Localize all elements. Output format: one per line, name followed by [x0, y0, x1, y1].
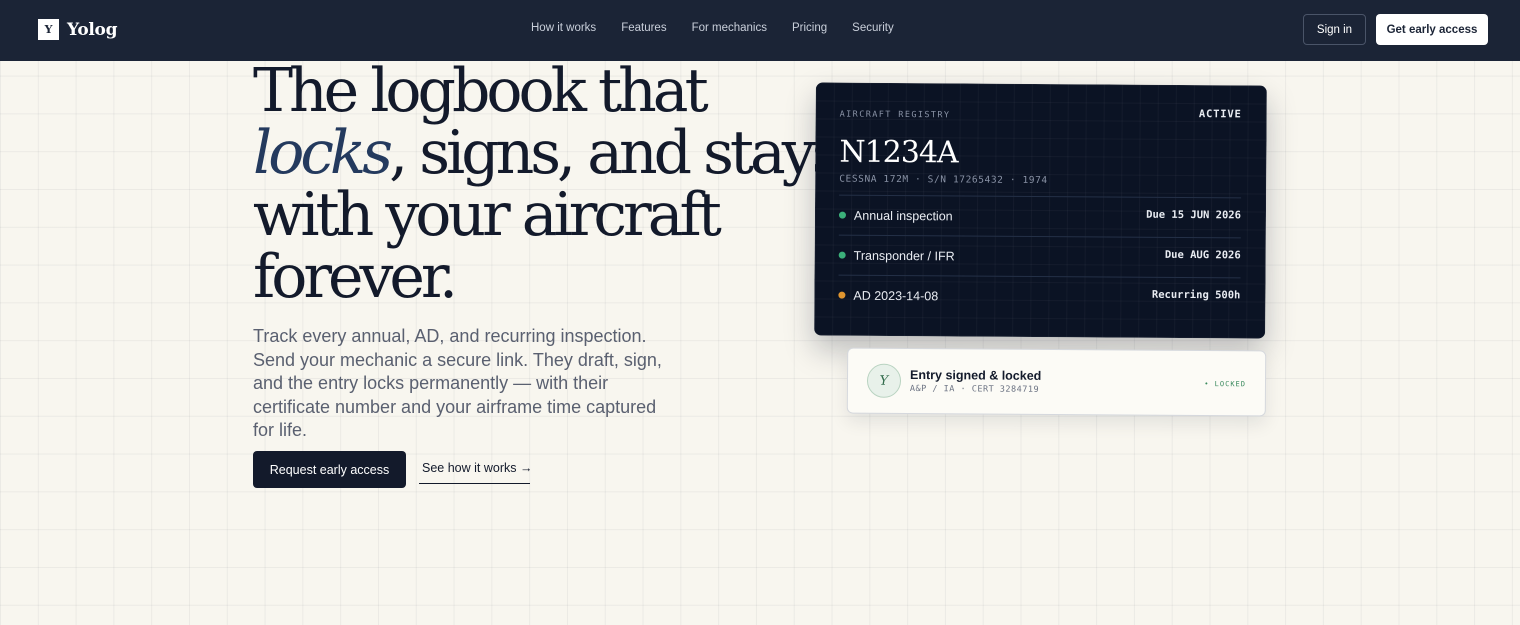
status-dot-icon [838, 251, 846, 259]
nav-link-security[interactable]: Security [852, 22, 894, 34]
inspection-due: Due 15 JUN 2026 [1146, 208, 1242, 221]
brand-logo[interactable]: Y Yolog [38, 19, 117, 40]
nav-link-how-it-works[interactable]: How it works [531, 22, 596, 34]
registry-label: AIRCRAFT REGISTRY [839, 109, 951, 121]
get-early-access-button[interactable]: Get early access [1376, 14, 1488, 45]
top-nav: Y Yolog How it works Features For mechan… [0, 0, 1520, 61]
headline-line-3: with your aircraft [253, 180, 722, 250]
nav-links: How it works Features For mechanics Pric… [531, 22, 894, 34]
mechanic-certificate: A&P / IA · CERT 3284719 [909, 383, 1040, 395]
brand-name: Yolog [67, 19, 118, 40]
inspection-list: Annual inspection Due 15 JUN 2026 Transp… [838, 194, 1242, 318]
tail-number: N1234A [839, 134, 958, 171]
headline-line-1: The logbook that [253, 56, 709, 126]
inspection-row[interactable]: Transponder / IFR Due AUG 2026 [838, 234, 1241, 278]
headline-emphasis: locks [253, 118, 393, 188]
inspection-row-left: Annual inspection [838, 208, 953, 223]
status-dot-icon [838, 211, 846, 219]
nav-link-pricing[interactable]: Pricing [792, 22, 827, 34]
see-how-it-works-link[interactable]: See how it works → [419, 461, 532, 484]
inspection-due: Due AUG 2026 [1164, 248, 1241, 261]
inspection-due: Recurring 500h [1151, 288, 1241, 301]
status-dot-icon [838, 291, 846, 299]
inspection-row-left: AD 2023-14-08 [838, 288, 938, 303]
aircraft-meta: CESSNA 172M · S/N 17265432 · 1974 [839, 173, 1048, 187]
sign-in-button[interactable]: Sign in [1303, 14, 1366, 45]
hero-lede: Track every annual, AD, and recurring in… [253, 326, 662, 440]
headline-line-4: forever. [253, 242, 458, 312]
request-early-access-button[interactable]: Request early access [253, 451, 406, 488]
inspection-row[interactable]: Annual inspection Due 15 JUN 2026 [838, 194, 1242, 238]
entry-signed-card: Y Entry signed & locked A&P / IA · CERT … [846, 347, 1267, 417]
headline-line-2: locks, signs, and stays [253, 122, 842, 184]
hero-headline: The logbook that locks, signs, and stays… [253, 56, 842, 312]
brand-mark-icon: Y [38, 19, 59, 40]
inspection-row[interactable]: AD 2023-14-08 Recurring 500h [838, 274, 1241, 318]
inspection-name: Annual inspection [853, 208, 953, 223]
locked-badge: • LOCKED [1204, 380, 1247, 389]
nav-link-features[interactable]: Features [621, 22, 666, 34]
inspection-name: AD 2023-14-08 [853, 288, 939, 303]
mechanic-avatar: Y [866, 363, 902, 398]
nav-link-for-mechanics[interactable]: For mechanics [692, 22, 767, 34]
aircraft-registry-card: AIRCRAFT REGISTRY ACTIVE N1234A CESSNA 1… [814, 82, 1267, 339]
status-badge: ACTIVE [1198, 108, 1242, 121]
inspection-name: Transponder / IFR [853, 248, 955, 263]
inspection-row-left: Transponder / IFR [838, 248, 955, 263]
headline-line-2-rest: , signs, and stays [389, 118, 842, 188]
signed-title: Entry signed & locked [909, 367, 1042, 383]
